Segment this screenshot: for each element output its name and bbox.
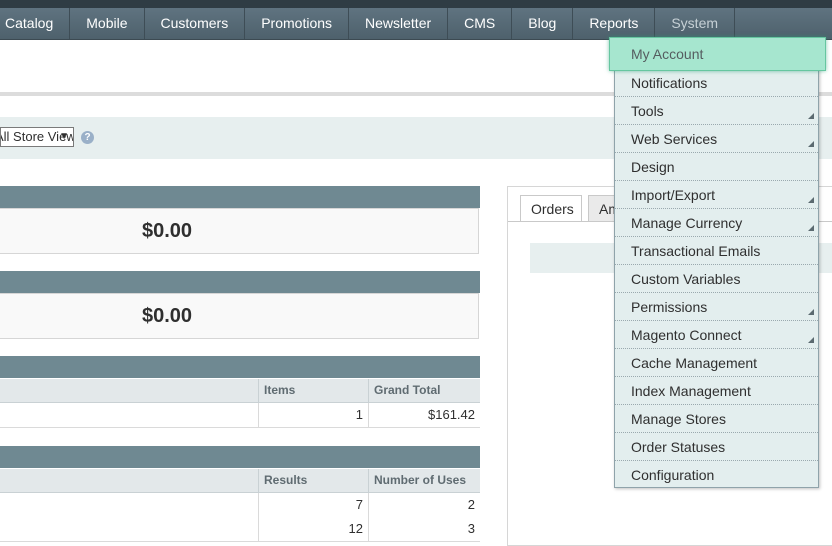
menu-label: Magento Connect [631,327,742,343]
cell-grand-total: $161.42 [368,403,480,427]
search-terms-grid-head: Results Number of Uses [0,469,480,493]
col-grand-total[interactable]: Grand Total [368,379,480,402]
menu-label: Configuration [631,467,715,483]
menu-label: Custom Variables [631,271,741,287]
nav-promotions[interactable]: Promotions [245,8,350,39]
col-results[interactable]: Results [258,469,368,492]
menu-label: Manage Stores [631,411,726,427]
menu-manage-currency[interactable]: Manage Currency [615,209,818,237]
nav-newsletter[interactable]: Newsletter [349,8,449,39]
menu-magento-connect[interactable]: Magento Connect [615,321,818,349]
help-icon[interactable]: ? [81,131,94,144]
menu-label: Tools [631,103,664,119]
chevron-down-icon: ▼ [59,131,69,142]
main-nav: Catalog Mobile Customers Promotions News… [0,8,832,40]
nav-system[interactable]: System [655,8,736,39]
nav-blog[interactable]: Blog [512,8,574,39]
menu-label: Index Management [631,383,751,399]
nav-reports[interactable]: Reports [573,8,656,39]
nav-catalog[interactable]: Catalog [0,8,71,39]
menu-label: Design [631,159,675,175]
menu-import-export[interactable]: Import/Export [615,181,818,209]
table-row[interactable]: 12 3 [0,517,480,542]
store-view-select[interactable]: All Store Views ▼ [0,127,74,147]
menu-web-services[interactable]: Web Services [615,125,818,153]
cell-number-of-uses: 3 [368,517,480,541]
submenu-arrow-icon [808,141,814,147]
submenu-arrow-icon [808,309,814,315]
nav-customers[interactable]: Customers [145,8,246,39]
submenu-arrow-icon [808,113,814,119]
lifetime-sales-amount: $0.00 [142,220,193,242]
menu-cache-management[interactable]: Cache Management [615,349,818,377]
last-orders-grid-head: Items Grand Total [0,379,480,403]
top-strip [0,0,832,8]
menu-label: Notifications [631,75,708,91]
menu-manage-stores[interactable]: Manage Stores [615,405,818,433]
system-menu: Notifications Tools Web Services Design … [614,40,819,488]
nav-cms[interactable]: CMS [448,8,513,39]
menu-index-management[interactable]: Index Management [615,377,818,405]
menu-permissions[interactable]: Permissions [615,293,818,321]
menu-custom-variables[interactable]: Custom Variables [615,265,818,293]
cell-number-of-uses: 2 [368,493,480,517]
table-row[interactable]: 7 2 [0,493,480,518]
lifetime-sales-body: $0.00 [0,208,479,254]
menu-label: Manage Currency [631,215,743,231]
average-orders-body: $0.00 [0,293,479,339]
last-search-terms-header [0,446,480,468]
menu-label: Import/Export [631,187,716,203]
col-number-of-uses[interactable]: Number of Uses [368,469,480,492]
menu-my-account[interactable]: My Account [609,37,826,71]
cell-results: 7 [258,493,368,517]
menu-label: Transactional Emails [631,243,761,259]
menu-tools[interactable]: Tools [615,97,818,125]
nav-mobile[interactable]: Mobile [70,8,145,39]
menu-notifications[interactable]: Notifications [615,69,818,97]
submenu-arrow-icon [808,225,814,231]
menu-configuration[interactable]: Configuration [615,461,818,489]
cell-items: 1 [258,403,368,427]
submenu-arrow-icon [808,337,814,343]
average-order-amount: $0.00 [142,305,193,327]
menu-label: Web Services [631,131,718,147]
menu-label: Permissions [631,299,708,315]
submenu-arrow-icon [808,197,814,203]
menu-label: Cache Management [631,355,758,371]
menu-transactional-emails[interactable]: Transactional Emails [615,237,818,265]
average-orders-header [0,271,480,293]
cell-results: 12 [258,517,368,541]
table-row[interactable]: 1 $161.42 [0,403,480,428]
menu-order-statuses[interactable]: Order Statuses [615,433,818,461]
menu-label: Order Statuses [631,439,726,455]
menu-design[interactable]: Design [615,153,818,181]
tab-orders[interactable]: Orders [520,195,582,222]
last-orders-header [0,356,480,378]
col-items[interactable]: Items [258,379,368,402]
lifetime-sales-header [0,186,480,208]
